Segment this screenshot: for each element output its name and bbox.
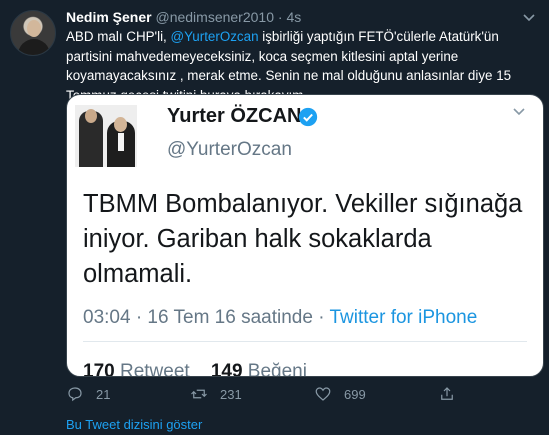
like-button[interactable]: 699: [314, 385, 366, 403]
embedded-source-link[interactable]: Twitter for iPhone: [329, 307, 477, 328]
embedded-divider: [83, 341, 527, 342]
avatar-face-right: [114, 117, 127, 132]
share-button[interactable]: [438, 385, 456, 403]
share-icon: [441, 387, 453, 400]
retweet-icon: [191, 389, 207, 399]
avatar-face: [27, 20, 41, 37]
embedded-tweet-card[interactable]: Yurter ÖZCAN @YurterOzcan TBMM Bombalanı…: [66, 94, 544, 377]
author-name[interactable]: Nedim Şener: [66, 9, 152, 25]
show-thread-link[interactable]: Bu Tweet dizisini göster: [66, 417, 202, 432]
chevron-down-icon[interactable]: [519, 7, 539, 27]
embedded-timestamp[interactable]: 03:04 · 16 Tem 16 saatinde ·: [83, 307, 329, 328]
verified-badge-icon: [298, 107, 318, 127]
embedded-stats: 170 Retweet 149 Beğeni: [83, 361, 307, 376]
embedded-tweet-meta: 03:04 · 16 Tem 16 saatinde · Twitter for…: [83, 307, 477, 329]
retweet-button[interactable]: 231: [190, 385, 242, 403]
embedded-tweet-content: Yurter ÖZCAN @YurterOzcan TBMM Bombalanı…: [67, 95, 543, 376]
header-separator: ·: [277, 9, 283, 25]
avatar-shoulders: [18, 39, 50, 55]
retweet-count: 231: [220, 386, 242, 402]
embedded-author-name[interactable]: Yurter ÖZCAN: [167, 105, 301, 128]
embedded-avatar[interactable]: [75, 105, 137, 167]
avatar-shirt: [118, 133, 124, 151]
embedded-like-label[interactable]: Beğeni: [248, 361, 307, 376]
avatar-face-left: [85, 109, 97, 123]
embedded-tweet-text: TBMM Bombalanıyor. Vekiller sığınağa ini…: [83, 190, 523, 288]
like-count: 699: [344, 386, 366, 402]
tweet: Nedim Şener @nedimsener2010 · 4s ABD mal…: [0, 0, 549, 435]
author-handle[interactable]: @nedimsener2010: [155, 9, 274, 25]
embedded-like-count[interactable]: 149: [211, 361, 243, 376]
tweet-actions: 21 231 699: [66, 385, 536, 405]
embedded-retweet-count[interactable]: 170: [83, 361, 115, 376]
heart-icon: [315, 387, 331, 401]
tweet-time[interactable]: 4s: [286, 9, 301, 25]
chevron-down-icon[interactable]: [509, 101, 529, 121]
embedded-author-handle[interactable]: @YurterOzcan: [167, 139, 292, 161]
author-avatar[interactable]: [10, 10, 56, 56]
reply-icon: [68, 387, 82, 402]
mention-link[interactable]: @YurterOzcan: [171, 29, 259, 44]
tweet-header: Nedim Şener @nedimsener2010 · 4s: [66, 8, 301, 26]
tweet-text-start: ABD malı CHP'li,: [66, 29, 171, 44]
reply-count: 21: [96, 386, 111, 402]
embedded-retweet-label[interactable]: Retweet: [120, 361, 190, 376]
reply-button[interactable]: 21: [66, 385, 110, 403]
